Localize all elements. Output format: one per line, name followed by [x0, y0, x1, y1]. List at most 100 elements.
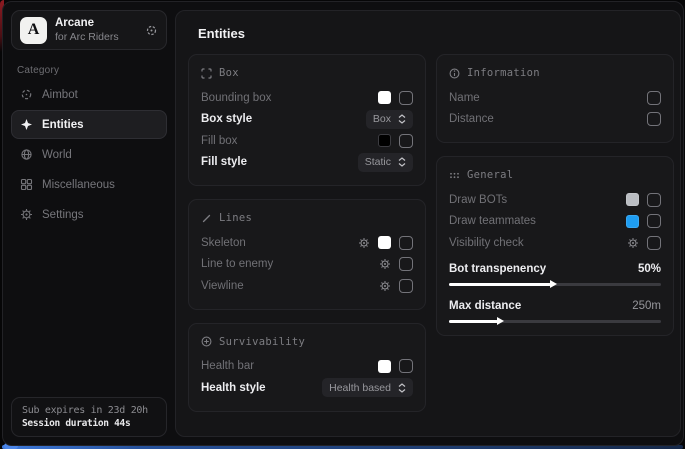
- checkbox[interactable]: [647, 236, 661, 250]
- setting-label: Name: [449, 92, 647, 104]
- panel-information: Information Name Distance: [436, 54, 674, 143]
- health-cross-icon: [201, 336, 212, 347]
- health-style-dropdown[interactable]: Health based: [322, 378, 413, 397]
- setting-label: Distance: [449, 113, 647, 125]
- dropdown-value: Health based: [329, 382, 391, 394]
- setting-row-fill-style: Fill style Static: [201, 152, 413, 174]
- box-corners-icon: [201, 68, 212, 79]
- color-swatch[interactable]: [626, 215, 639, 228]
- box-style-dropdown[interactable]: Box: [366, 110, 413, 129]
- slider-track[interactable]: [449, 283, 661, 286]
- sidebar: A Arcane for Arc Riders Category Aimbot: [3, 2, 175, 445]
- row-settings-gear-icon[interactable]: [358, 237, 370, 249]
- panel-general: General Draw BOTs Draw teammates: [436, 156, 674, 336]
- color-swatch[interactable]: [378, 236, 391, 249]
- entities-icon: [20, 118, 33, 131]
- unfold-icon: [398, 157, 406, 167]
- dots-grid-icon: [449, 170, 460, 181]
- setting-label: Fill box: [201, 135, 378, 147]
- checkbox[interactable]: [399, 134, 413, 148]
- color-swatch[interactable]: [626, 193, 639, 206]
- checkbox[interactable]: [399, 236, 413, 250]
- sidebar-item-label: Entities: [42, 119, 84, 131]
- setting-row-draw-bots: Draw BOTs: [449, 189, 661, 211]
- unfold-icon: [398, 383, 406, 393]
- sidebar-item-aimbot[interactable]: Aimbot: [11, 80, 167, 109]
- dropdown-value: Static: [365, 156, 391, 168]
- checkbox[interactable]: [647, 214, 661, 228]
- page-title: Entities: [198, 26, 674, 41]
- setting-label: Bounding box: [201, 92, 378, 104]
- sidebar-item-label: World: [42, 149, 72, 161]
- panel-title: Survivability: [219, 336, 305, 348]
- info-icon: [449, 68, 460, 79]
- app-subtitle: for Arc Riders: [55, 31, 137, 43]
- sidebar-nav: Aimbot Entities World: [11, 80, 167, 229]
- setting-label: Visibility check: [449, 237, 627, 249]
- app-logo: A: [20, 17, 47, 44]
- color-swatch[interactable]: [378, 134, 391, 147]
- setting-row-name: Name: [449, 87, 661, 109]
- subscription-info-card: Sub expires in 23d 20h Session duration …: [11, 397, 167, 437]
- slider-label: Max distance: [449, 300, 632, 312]
- setting-row-health-bar: Health bar: [201, 356, 413, 378]
- brand-card: A Arcane for Arc Riders: [11, 10, 167, 50]
- setting-row-draw-teammates: Draw teammates: [449, 211, 661, 233]
- slider-value: 50%: [638, 263, 661, 275]
- setting-row-viewline: Viewline: [201, 275, 413, 297]
- setting-row-box-style: Box style Box: [201, 109, 413, 131]
- checkbox[interactable]: [399, 279, 413, 293]
- row-settings-gear-icon[interactable]: [379, 280, 391, 292]
- unfold-icon: [398, 114, 406, 124]
- setting-row-line-to-enemy: Line to enemy: [201, 254, 413, 276]
- row-settings-gear-icon[interactable]: [627, 237, 639, 249]
- app-window: A Arcane for Arc Riders Category Aimbot: [2, 1, 684, 446]
- checkbox[interactable]: [399, 257, 413, 271]
- panel-box: Box Bounding box Box style Box: [188, 54, 426, 186]
- setting-row-bounding-box: Bounding box: [201, 87, 413, 109]
- app-title: Arcane: [55, 17, 137, 30]
- sub-expiry-text: Sub expires in 23d 20h: [22, 405, 156, 416]
- checkbox[interactable]: [399, 91, 413, 105]
- line-icon: [201, 213, 212, 224]
- brand-text: Arcane for Arc Riders: [55, 17, 137, 42]
- setting-label: Fill style: [201, 156, 358, 168]
- main-content: Entities Box Bounding box: [175, 10, 681, 437]
- checkbox[interactable]: [399, 359, 413, 373]
- sidebar-item-world[interactable]: World: [11, 140, 167, 169]
- session-duration-text: Session duration 44s: [22, 418, 156, 429]
- panel-lines: Lines Skeleton Line to enemy: [188, 199, 426, 310]
- slider-max-distance: Max distance 250m: [449, 297, 661, 323]
- color-swatch[interactable]: [378, 91, 391, 104]
- sidebar-item-entities[interactable]: Entities: [11, 110, 167, 139]
- slider-thumb[interactable]: [550, 280, 557, 288]
- setting-label: Line to enemy: [201, 258, 379, 270]
- panel-title: Box: [219, 67, 239, 79]
- sidebar-item-miscellaneous[interactable]: Miscellaneous: [11, 170, 167, 199]
- checkbox[interactable]: [647, 91, 661, 105]
- globe-icon: [20, 148, 33, 161]
- slider-track[interactable]: [449, 320, 661, 323]
- setting-row-skeleton: Skeleton: [201, 232, 413, 254]
- setting-row-fill-box: Fill box: [201, 130, 413, 152]
- category-label: Category: [17, 65, 167, 76]
- crosshair-icon: [20, 88, 33, 101]
- checkbox[interactable]: [647, 193, 661, 207]
- fill-style-dropdown[interactable]: Static: [358, 153, 413, 172]
- panel-title: General: [467, 169, 513, 181]
- panel-title: Lines: [219, 212, 252, 224]
- slider-thumb[interactable]: [497, 317, 504, 325]
- row-settings-gear-icon[interactable]: [379, 258, 391, 270]
- setting-label: Viewline: [201, 280, 379, 292]
- color-swatch[interactable]: [378, 360, 391, 373]
- scope-icon[interactable]: [145, 24, 158, 37]
- gear-icon: [20, 208, 33, 221]
- sidebar-item-label: Settings: [42, 209, 84, 221]
- sidebar-item-label: Miscellaneous: [42, 179, 115, 191]
- sidebar-item-settings[interactable]: Settings: [11, 200, 167, 229]
- setting-label: Skeleton: [201, 237, 358, 249]
- slider-value: 250m: [632, 300, 661, 312]
- setting-label: Health bar: [201, 360, 378, 372]
- panel-title: Information: [467, 67, 540, 79]
- checkbox[interactable]: [647, 112, 661, 126]
